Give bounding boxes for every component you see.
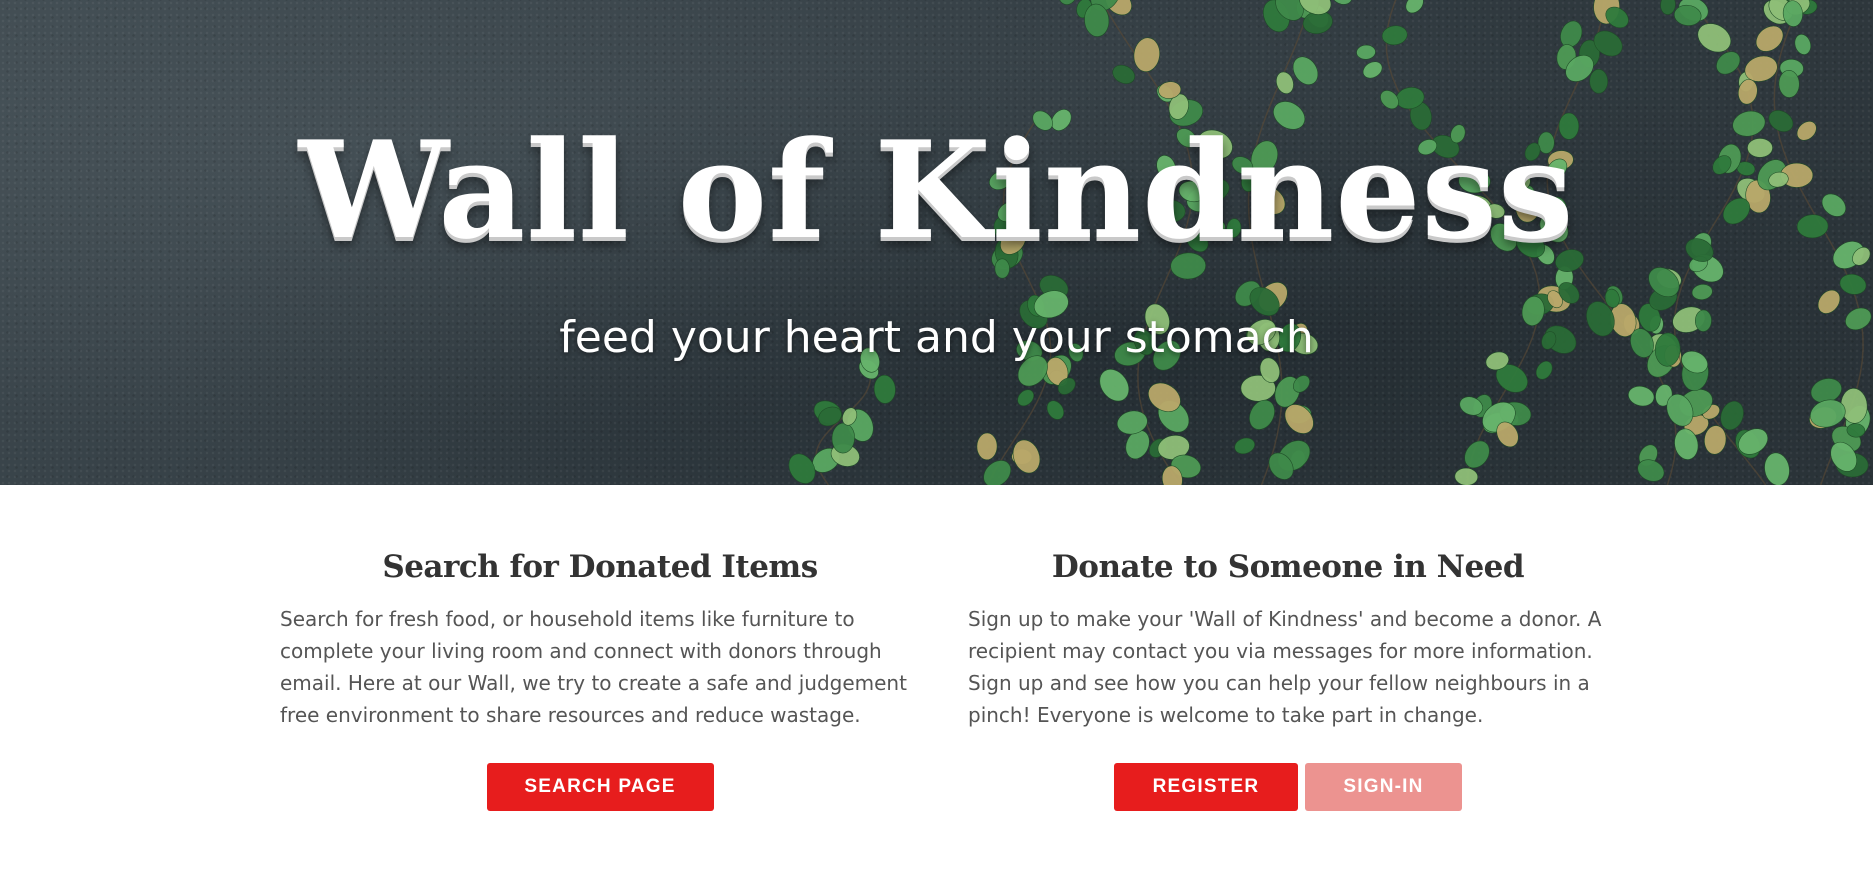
ivy-leaf <box>1628 385 1655 407</box>
ivy-leaf <box>1839 273 1867 295</box>
ivy-leaf <box>1405 0 1424 14</box>
search-button-row: SEARCH PAGE <box>280 763 920 811</box>
ivy-leaf <box>1755 25 1784 52</box>
ivy-leaf <box>1691 284 1713 300</box>
ivy-leaf <box>1362 61 1383 79</box>
ivy-leaf <box>1112 64 1136 84</box>
search-page-button[interactable]: SEARCH PAGE <box>486 763 714 811</box>
ivy-leaf <box>873 374 896 404</box>
ivy-leaf <box>1012 439 1041 474</box>
ivy-leaf <box>1249 399 1275 430</box>
ivy-leaf <box>1330 0 1353 5</box>
site-title: Wall of Kindness <box>298 111 1575 269</box>
ivy-leaf <box>1133 37 1160 72</box>
ivy-leaf <box>1275 71 1294 94</box>
ivy-leaf <box>1099 369 1130 402</box>
ivy-leaf <box>1381 25 1408 46</box>
ivy-leaf <box>976 432 998 461</box>
ivy-leaf <box>1794 33 1812 55</box>
ivy-leaf <box>1764 452 1790 485</box>
ivy-leaf <box>1017 389 1035 407</box>
main-content: Search for Donated Items Search for fres… <box>0 485 1873 869</box>
search-section: Search for Donated Items Search for fres… <box>280 485 920 811</box>
ivy-leaf <box>1660 0 1676 15</box>
search-section-heading: Search for Donated Items <box>382 549 818 585</box>
sign-in-button[interactable]: SIGN-IN <box>1305 763 1462 811</box>
search-section-description: Search for fresh food, or household item… <box>280 607 907 727</box>
ivy-leaf <box>1589 69 1609 94</box>
ivy-leaf <box>1046 400 1065 420</box>
hero-banner: Wall of Kindness feed your heart and you… <box>0 0 1873 485</box>
donate-section-heading: Donate to Someone in Need <box>1051 549 1525 585</box>
ivy-leaf <box>1454 467 1479 485</box>
donate-button-row: REGISTER SIGN-IN <box>968 763 1608 811</box>
site-tagline: feed your heart and your stomach <box>559 312 1314 363</box>
ivy-leaf <box>1738 428 1769 455</box>
ivy-leaf <box>1234 437 1255 455</box>
donate-section: Donate to Someone in Need Sign up to mak… <box>968 485 1608 811</box>
donate-section-description: Sign up to make your 'Wall of Kindness' … <box>968 607 1602 727</box>
ivy-leaf <box>1356 44 1376 60</box>
ivy-leaf <box>1464 440 1490 469</box>
register-button[interactable]: REGISTER <box>1114 763 1298 811</box>
